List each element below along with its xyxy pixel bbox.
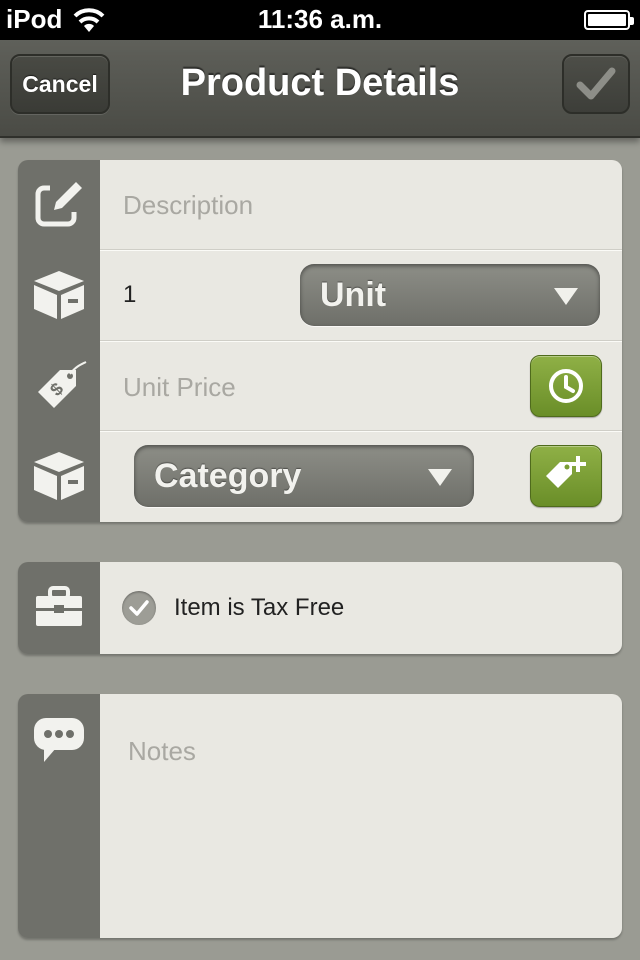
status-bar: iPod 11:36 a.m. [0, 0, 640, 40]
description-input[interactable]: Description [123, 190, 603, 221]
add-category-button[interactable] [530, 445, 602, 507]
unit-select[interactable]: Unit [300, 264, 600, 326]
checkbox-indicator [122, 591, 156, 625]
done-button[interactable] [562, 54, 630, 114]
clock-icon [549, 369, 583, 403]
product-fields-group: Description 1 Unit $ Unit Price Category [18, 160, 622, 522]
description-row: Description [18, 160, 622, 250]
tax-free-checkbox[interactable]: Item is Tax Free [118, 584, 598, 632]
price-history-button[interactable] [530, 355, 602, 417]
chevron-down-icon [554, 288, 578, 305]
category-select[interactable]: Category [134, 445, 474, 507]
tax-group: Item is Tax Free [18, 562, 622, 654]
checkmark-icon [129, 600, 149, 616]
quantity-input[interactable]: 1 [123, 281, 273, 309]
category-row: Category [18, 432, 622, 522]
checkmark-icon [576, 67, 616, 100]
page-title: Product Details [180, 62, 460, 104]
navigation-bar: Cancel Product Details [0, 40, 640, 138]
unit-select-label: Unit [320, 276, 387, 314]
tax-free-label: Item is Tax Free [174, 594, 345, 621]
battery-level-fill [588, 14, 626, 26]
quantity-row: 1 Unit [18, 251, 622, 341]
notes-textarea[interactable]: Notes [128, 736, 608, 916]
box-icon [34, 271, 84, 319]
speech-bubble-icon [34, 718, 84, 762]
clock-label: 11:36 a.m. [257, 4, 383, 34]
chevron-down-icon [428, 469, 452, 486]
unit-price-row: $ Unit Price [18, 342, 622, 432]
unit-price-input[interactable]: Unit Price [123, 372, 503, 403]
price-tag-icon: $ [38, 361, 87, 408]
add-tag-icon [546, 456, 586, 488]
briefcase-icon [36, 586, 82, 626]
notes-group: Notes [18, 694, 622, 938]
box-icon [34, 452, 84, 500]
category-select-label: Category [154, 457, 302, 495]
battery-icon [584, 10, 634, 30]
edit-icon [35, 182, 82, 227]
